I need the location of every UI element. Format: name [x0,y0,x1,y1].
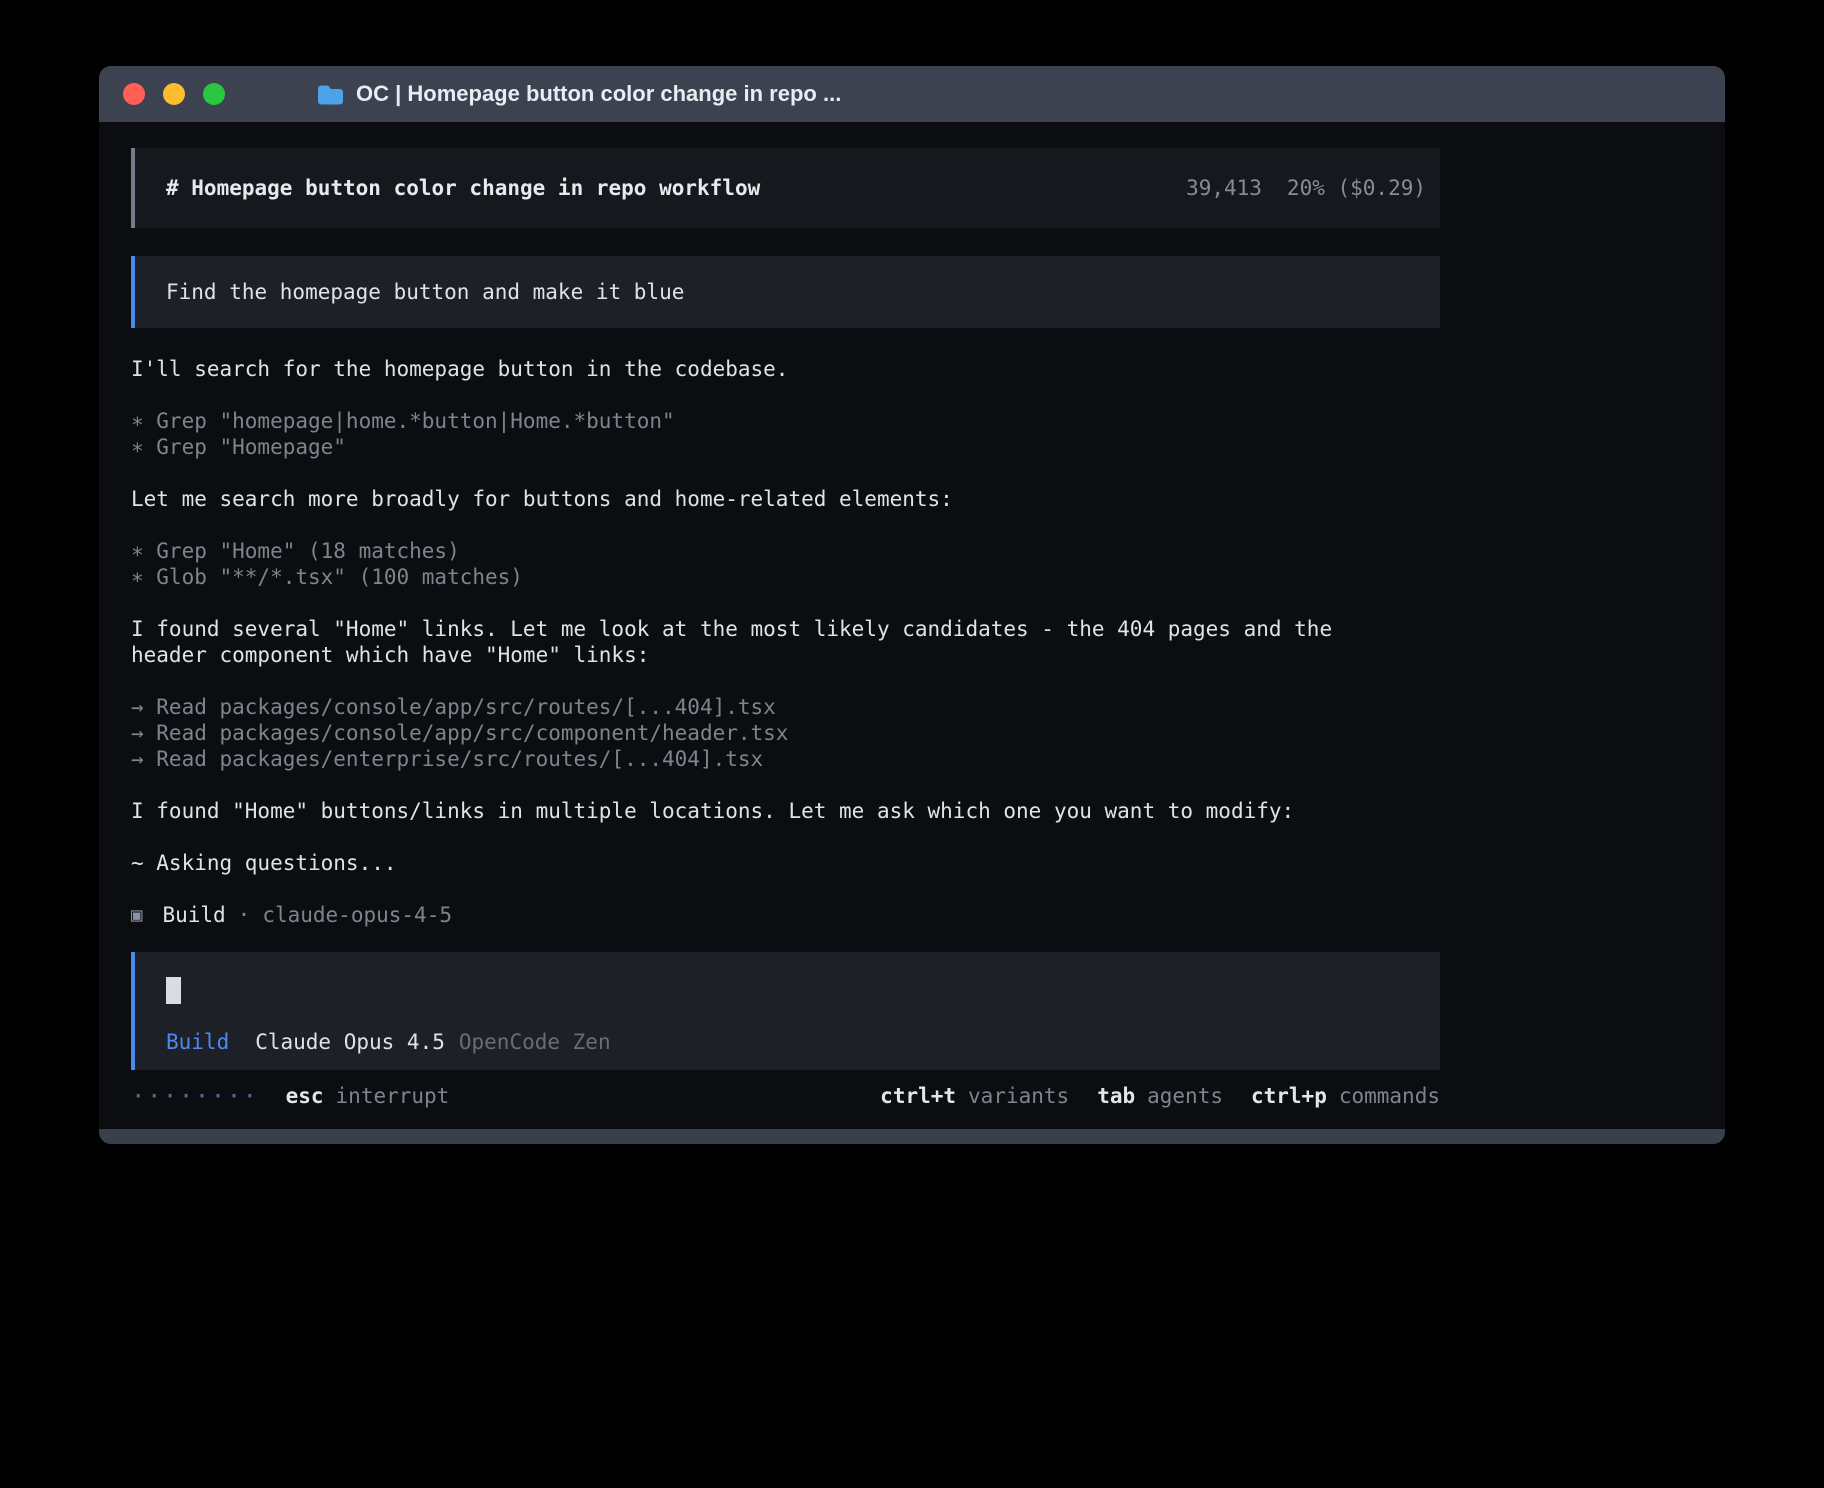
zoom-button[interactable] [203,83,225,105]
tool-call-line: ∗ Grep "homepage|home.*button|Home.*butt… [131,408,1725,434]
shortcut-key: ctrl+t [880,1083,956,1109]
session-header: # Homepage button color change in repo w… [131,148,1440,228]
shortcut-ctrl-t-variants: ctrl+t variants [880,1083,1069,1109]
close-button[interactable] [123,83,145,105]
agent-separator: · [238,902,251,928]
shortcut-key: esc [286,1083,324,1109]
tool-call-line: ∗ Grep "Home" (18 matches) [131,538,1725,564]
context-usage: 20% ($0.29) [1287,175,1426,201]
shortcut-label: agents [1147,1083,1223,1109]
status-bar-right: ctrl+t variants tab agents ctrl+p comman… [880,1083,1440,1109]
agent-name: Build [162,902,225,928]
shortcut-ctrl-p-commands: ctrl+p commands [1251,1083,1440,1109]
shortcut-esc-interrupt: esc interrupt [286,1083,450,1109]
agent-badge: ▣ Build · claude-opus-4-5 [131,902,1725,928]
terminal-content: # Homepage button color change in repo w… [99,122,1725,1109]
mode-indicator: Build [166,1029,229,1055]
session-stats: 39,413 20% ($0.29) [1186,175,1426,201]
window-titlebar: OC | Homepage button color change in rep… [99,66,1725,122]
status-bar-left: ········ esc interrupt [131,1083,449,1109]
terminal-window: OC | Homepage button color change in rep… [99,66,1725,1144]
shortcut-label: commands [1339,1083,1440,1109]
spinner-dots: ········ [131,1083,259,1109]
shortcut-label: interrupt [336,1083,450,1109]
agent-icon: ▣ [131,902,142,928]
traffic-lights [123,83,225,105]
assistant-paragraph-3: I found several "Home" links. Let me loo… [131,616,1381,668]
assistant-paragraph-4: I found "Home" buttons/links in multiple… [131,798,1381,824]
provider-name: OpenCode Zen [459,1029,611,1055]
agent-model: claude-opus-4-5 [262,902,452,928]
status-line: ~ Asking questions... [131,850,1381,876]
folder-icon [317,84,344,105]
window-bottom-edge [99,1129,1725,1144]
user-message-block: Find the homepage button and make it blu… [131,256,1440,328]
text-cursor [166,977,181,1004]
user-message-text: Find the homepage button and make it blu… [166,279,684,305]
token-count: 39,413 [1186,175,1262,201]
tool-call-group-2: ∗ Grep "Home" (18 matches) ∗ Glob "**/*.… [131,538,1725,590]
file-read-line: → Read packages/console/app/src/routes/[… [131,694,1725,720]
status-bar: ········ esc interrupt ctrl+t variants t… [131,1083,1440,1109]
shortcut-key: tab [1097,1083,1135,1109]
file-read-group: → Read packages/console/app/src/routes/[… [131,694,1725,772]
model-name: Claude Opus 4.5 [255,1029,445,1055]
shortcut-tab-agents: tab agents [1097,1083,1223,1109]
assistant-paragraph-1: I'll search for the homepage button in t… [131,356,1381,382]
minimize-button[interactable] [163,83,185,105]
session-title: # Homepage button color change in repo w… [166,175,760,201]
tool-call-group-1: ∗ Grep "homepage|home.*button|Home.*butt… [131,408,1725,460]
assistant-paragraph-2: Let me search more broadly for buttons a… [131,486,1381,512]
tool-call-line: ∗ Glob "**/*.tsx" (100 matches) [131,564,1725,590]
prompt-input[interactable]: Build Claude Opus 4.5 OpenCode Zen [131,952,1440,1070]
input-meta: Build Claude Opus 4.5 OpenCode Zen [166,1029,1440,1055]
file-read-line: → Read packages/console/app/src/componen… [131,720,1725,746]
tool-call-line: ∗ Grep "Homepage" [131,434,1725,460]
shortcut-label: variants [968,1083,1069,1109]
file-read-line: → Read packages/enterprise/src/routes/[.… [131,746,1725,772]
window-title: OC | Homepage button color change in rep… [356,81,841,107]
shortcut-key: ctrl+p [1251,1083,1327,1109]
